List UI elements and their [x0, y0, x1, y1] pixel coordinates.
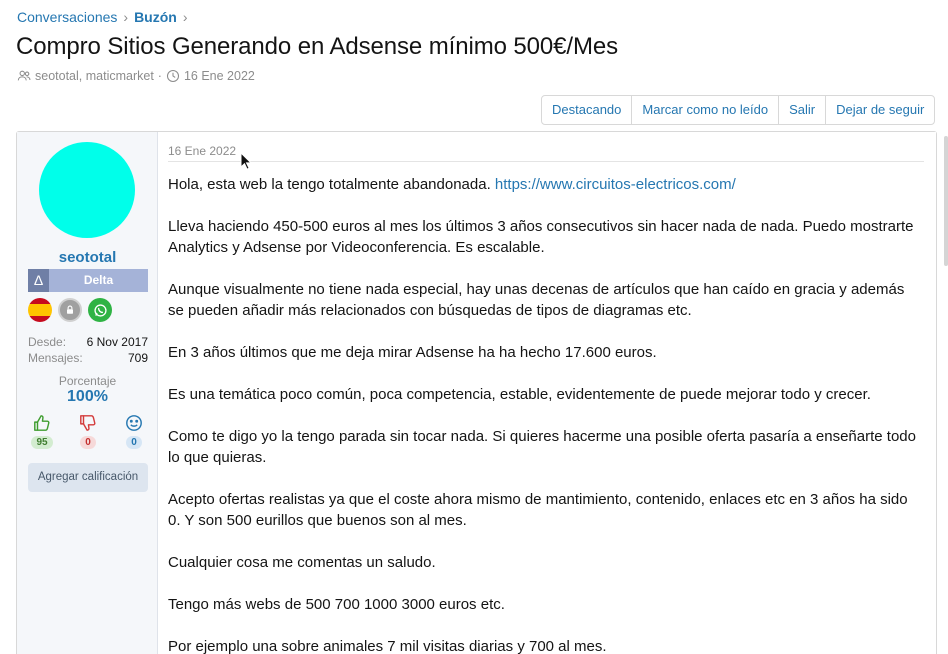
user-ratings: 95 0 0	[28, 414, 148, 449]
user-title: Delta	[49, 269, 148, 292]
stat-messages: Mensajes: 709	[28, 351, 148, 365]
stat-joined: Desde: 6 Nov 2017	[28, 335, 148, 349]
paragraph: Aunque visualmente no tiene nada especia…	[168, 281, 905, 319]
paragraph: Tengo más webs de 500 700 1000 3000 euro…	[168, 596, 505, 613]
avatar[interactable]	[39, 142, 135, 238]
paragraph: Lleva haciendo 450-500 euros al mes los …	[168, 218, 914, 256]
mark-unread-button[interactable]: Marcar como no leído	[632, 96, 780, 124]
paragraph: En 3 años últimos que me deja mirar Adse…	[168, 344, 657, 361]
intro-text: Hola, esta web la tengo totalmente aband…	[168, 176, 491, 193]
paragraph: Acepto ofertas realistas ya que el coste…	[168, 491, 908, 529]
unfollow-button[interactable]: Dejar de seguir	[826, 96, 934, 124]
stat-joined-label: Desde:	[28, 335, 67, 349]
website-link[interactable]: https://www.circuitos-electricos.com/	[495, 176, 736, 193]
conversation-actions: Destacando Marcar como no leído Salir De…	[541, 95, 936, 125]
paragraph: Cualquier cosa me comentas un saludo.	[168, 554, 436, 571]
rating-neutral-count: 0	[126, 436, 142, 449]
rating-positive-count: 95	[31, 436, 53, 449]
stat-messages-label: Mensajes:	[28, 351, 83, 365]
breadcrumb-separator: ›	[123, 9, 129, 25]
lock-icon	[58, 298, 82, 322]
message-post: seototal Δ Delta Desde: 6 Nov 2017 Mensa…	[16, 131, 937, 654]
clock-icon	[166, 69, 180, 83]
breadcrumb-conversaciones[interactable]: Conversaciones	[17, 9, 117, 25]
participants-icon	[17, 70, 31, 81]
percent-label: Porcentaje	[58, 374, 117, 388]
conversation-meta: seototal, maticmarket · 16 Ene 2022	[17, 69, 255, 83]
smiley-icon	[126, 415, 142, 431]
mouse-cursor-icon	[240, 152, 252, 170]
participants-list[interactable]: seototal, maticmarket	[35, 69, 154, 83]
rating-neutral[interactable]: 0	[120, 414, 148, 449]
breadcrumb-buzon[interactable]: Buzón	[134, 9, 177, 25]
post-date[interactable]: 16 Ene 2022	[168, 144, 236, 158]
stat-messages-value: 709	[127, 351, 148, 365]
thumbs-up-icon	[34, 415, 50, 431]
page-title: Compro Sitios Generando en Adsense mínim…	[16, 33, 618, 60]
paragraph: Es una temática poco común, poca compete…	[168, 386, 871, 403]
breadcrumb-separator: ›	[182, 9, 188, 25]
scrollbar[interactable]	[944, 136, 948, 266]
rating-negative[interactable]: 0	[74, 414, 102, 449]
add-rating-button[interactable]: Agregar calificación	[28, 463, 148, 492]
whatsapp-icon	[88, 298, 112, 322]
username[interactable]: seototal	[17, 249, 158, 266]
user-title-banner: Δ Delta	[28, 269, 148, 292]
thumbs-down-icon	[80, 415, 96, 431]
conversation-date: 16 Ene 2022	[183, 69, 255, 83]
destacando-button[interactable]: Destacando	[542, 96, 633, 124]
leave-button[interactable]: Salir	[779, 96, 827, 124]
rating-positive[interactable]: 95	[28, 414, 56, 449]
message-content: 16 Ene 2022 Hola, esta web la tengo tota…	[158, 132, 936, 654]
user-badges	[28, 298, 112, 322]
breadcrumb: Conversaciones › Buzón ›	[17, 9, 188, 25]
user-info-panel: seototal Δ Delta Desde: 6 Nov 2017 Mensa…	[17, 132, 158, 654]
percent-value: 100%	[67, 388, 108, 405]
paragraph-intro: Hola, esta web la tengo totalmente aband…	[168, 174, 923, 195]
paragraph: Como te digo yo la tengo parada sin toca…	[168, 428, 916, 466]
delta-symbol: Δ	[28, 269, 49, 292]
message-body: Hola, esta web la tengo totalmente aband…	[168, 174, 923, 654]
spain-flag-icon	[28, 298, 52, 322]
stat-joined-value: 6 Nov 2017	[86, 335, 148, 349]
rating-negative-count: 0	[80, 436, 96, 449]
divider	[168, 161, 924, 162]
meta-dot: ·	[157, 69, 162, 83]
paragraph: Por ejemplo una sobre animales 7 mil vis…	[168, 638, 607, 654]
